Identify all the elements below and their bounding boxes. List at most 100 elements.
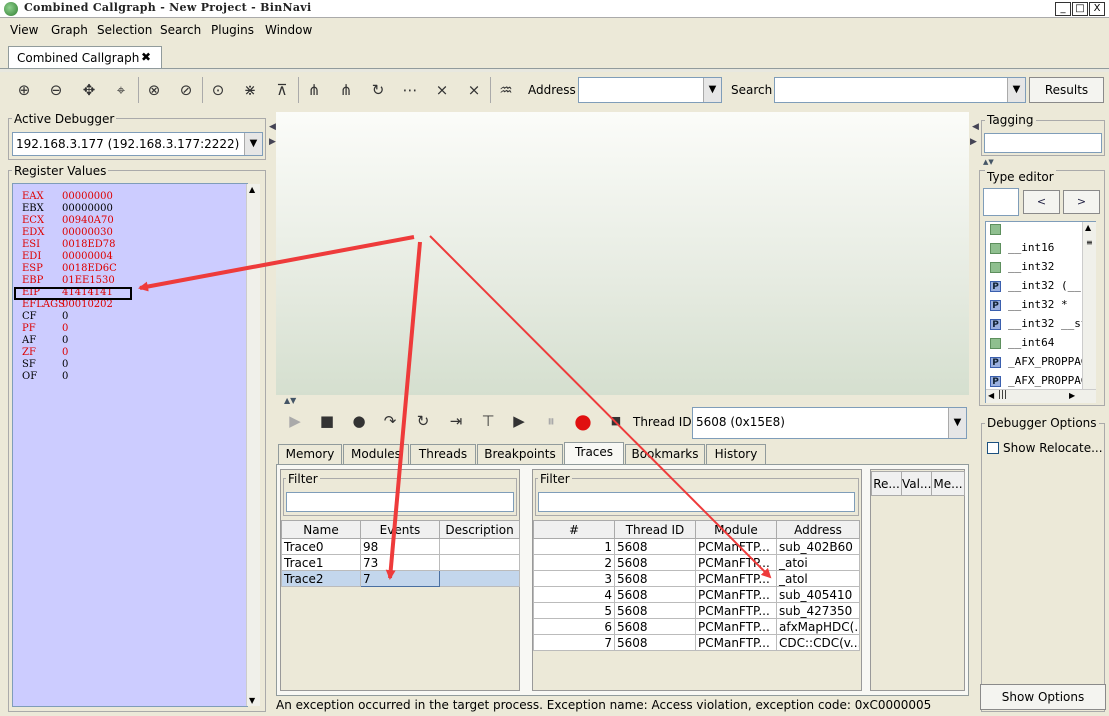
type-item[interactable]: __int64: [990, 336, 1082, 354]
type-list-scrollbar[interactable]: ▲ ≡: [1082, 222, 1096, 389]
minimize-button[interactable]: _: [1055, 2, 1071, 16]
invert-selection-icon[interactable]: ⨯: [428, 77, 456, 103]
expand-right-icon[interactable]: ▶: [269, 137, 276, 147]
collapse-left-icon[interactable]: ◀: [269, 122, 276, 132]
select-children-icon[interactable]: ⋔: [300, 77, 328, 103]
thread-id-select[interactable]: 5608 (0x15E8) ▼: [692, 407, 967, 439]
color-nodes-icon[interactable]: ♒: [492, 77, 520, 103]
close-button[interactable]: X: [1089, 2, 1105, 16]
search-combo[interactable]: ▼: [774, 77, 1026, 103]
step-back-icon[interactable]: ↻: [409, 408, 437, 434]
show-options-button[interactable]: Show Options: [980, 684, 1106, 710]
deselect-icon[interactable]: ⊗: [140, 77, 168, 103]
menu-view[interactable]: View: [10, 23, 38, 37]
event-row[interactable]: 6 5608 PCManFTP... afxMapHDC(...: [533, 618, 860, 635]
register-row-zf[interactable]: ZF 0: [22, 347, 222, 359]
type-item[interactable]: P _AFX_PROPPAG: [990, 374, 1082, 392]
event-row[interactable]: 7 5608 PCManFTP... CDC::CDC(v...: [533, 634, 860, 651]
show-relocated-checkbox[interactable]: [987, 442, 999, 454]
tab-combined-callgraph[interactable]: Combined Callgraph ✖: [8, 46, 162, 68]
trace-filter-input[interactable]: [286, 492, 514, 512]
trace-row[interactable]: Trace1 73: [281, 554, 520, 571]
record-icon[interactable]: ●: [569, 408, 597, 434]
tab-modules[interactable]: Modules: [343, 444, 409, 464]
chevron-down-icon[interactable]: ▼: [948, 408, 966, 438]
tagging-input[interactable]: [984, 133, 1102, 153]
menu-graph[interactable]: Graph: [51, 23, 88, 37]
register-row-esp[interactable]: ESP 0018ED6C: [22, 263, 222, 275]
select-successors-icon[interactable]: ↻: [364, 77, 392, 103]
single-step-icon[interactable]: ■: [313, 408, 341, 434]
col-thread-id[interactable]: Thread ID: [614, 520, 696, 539]
event-row[interactable]: 4 5608 PCManFTP... sub_405410: [533, 586, 860, 603]
register-row-edx[interactable]: EDX 00000030: [22, 227, 222, 239]
start-trace-icon[interactable]: ▶: [505, 408, 533, 434]
next-type-button[interactable]: >: [1063, 190, 1100, 214]
col-index[interactable]: #: [533, 520, 615, 539]
type-item[interactable]: [990, 222, 1082, 240]
resume-icon[interactable]: ▶: [281, 408, 309, 434]
scroll-left-icon[interactable]: ◀: [988, 391, 994, 400]
chevron-down-icon[interactable]: ▼: [244, 133, 262, 155]
col-module[interactable]: Module: [695, 520, 777, 539]
tab-history[interactable]: History: [706, 444, 766, 464]
event-row[interactable]: 3 5608 PCManFTP... _atol: [533, 570, 860, 587]
col-register[interactable]: Re...: [871, 471, 902, 496]
collapse-right-icon[interactable]: ◀: [972, 122, 979, 132]
register-row-ecx[interactable]: ECX 00940A70: [22, 215, 222, 227]
col-memory[interactable]: Me...: [931, 471, 965, 496]
event-row[interactable]: 1 5608 PCManFTP... sub_402B60: [533, 538, 860, 555]
tab-memory[interactable]: Memory: [278, 444, 342, 464]
event-filter-input[interactable]: [538, 492, 855, 512]
collapse-up-icon[interactable]: ▲▼: [284, 396, 296, 405]
register-row-edi[interactable]: EDI 00000004: [22, 251, 222, 263]
register-scrollbar[interactable]: ▲ ▼: [246, 184, 260, 706]
type-item[interactable]: __int32: [990, 260, 1082, 278]
register-row-af[interactable]: AF 0: [22, 335, 222, 347]
col-description[interactable]: Description: [439, 520, 520, 539]
type-item[interactable]: P _AFX_PROPPAG: [990, 355, 1082, 373]
register-row-cf[interactable]: CF 0: [22, 311, 222, 323]
results-button[interactable]: Results: [1029, 77, 1104, 103]
zoom-selection-icon[interactable]: ⌖: [107, 77, 135, 103]
type-item[interactable]: P __int32 __st: [990, 317, 1082, 335]
menu-plugins[interactable]: Plugins: [211, 23, 254, 37]
tab-bookmarks[interactable]: Bookmarks: [625, 444, 705, 464]
orthogonal-layout-icon[interactable]: ⋇: [236, 77, 264, 103]
scroll-right-icon[interactable]: ▶: [1069, 391, 1075, 400]
col-value[interactable]: Val...: [901, 471, 932, 496]
type-item[interactable]: __int16: [990, 241, 1082, 259]
step-block-icon[interactable]: ⊤: [474, 408, 502, 434]
menu-window[interactable]: Window: [265, 23, 312, 37]
menu-selection[interactable]: Selection: [97, 23, 152, 37]
tab-traces[interactable]: Traces: [564, 442, 624, 464]
scroll-down-icon[interactable]: ▼: [249, 696, 255, 705]
register-row-of[interactable]: OF 0: [22, 371, 222, 383]
collapse-tagging-icon[interactable]: ▲▼: [983, 158, 994, 166]
event-row[interactable]: 5 5608 PCManFTP... sub_427350: [533, 602, 860, 619]
zoom-fit-icon[interactable]: ✥: [75, 77, 103, 103]
prev-type-button[interactable]: <: [1023, 190, 1060, 214]
step-into-icon[interactable]: ↷: [376, 408, 404, 434]
type-item[interactable]: P __int32 *: [990, 298, 1082, 316]
tab-breakpoints[interactable]: Breakpoints: [477, 444, 563, 464]
toggle-proximity-icon[interactable]: ⊘: [172, 77, 200, 103]
stop-icon[interactable]: ■: [602, 408, 630, 434]
register-row-ebx[interactable]: EBX 00000000: [22, 203, 222, 215]
select-path-icon[interactable]: ⋯: [396, 77, 424, 103]
event-row[interactable]: 2 5608 PCManFTP... _atoi: [533, 554, 860, 571]
chevron-down-icon[interactable]: ▼: [1007, 78, 1025, 102]
delete-selection-icon[interactable]: ⨯: [460, 77, 488, 103]
step-over-icon[interactable]: ●: [345, 408, 373, 434]
menu-search[interactable]: Search: [160, 23, 201, 37]
run-to-icon[interactable]: ⇥: [442, 408, 470, 434]
col-events[interactable]: Events: [360, 520, 440, 539]
select-parents-icon[interactable]: ⋔: [332, 77, 360, 103]
register-row-pf[interactable]: PF 0: [22, 323, 222, 335]
register-row-eax[interactable]: EAX 00000000: [22, 191, 222, 203]
register-row-sf[interactable]: SF 0: [22, 359, 222, 371]
register-row-esi[interactable]: ESI 0018ED78: [22, 239, 222, 251]
col-address[interactable]: Address: [776, 520, 860, 539]
maximize-button[interactable]: □: [1072, 2, 1088, 16]
register-row-ebp[interactable]: EBP 01EE1530: [22, 275, 222, 287]
